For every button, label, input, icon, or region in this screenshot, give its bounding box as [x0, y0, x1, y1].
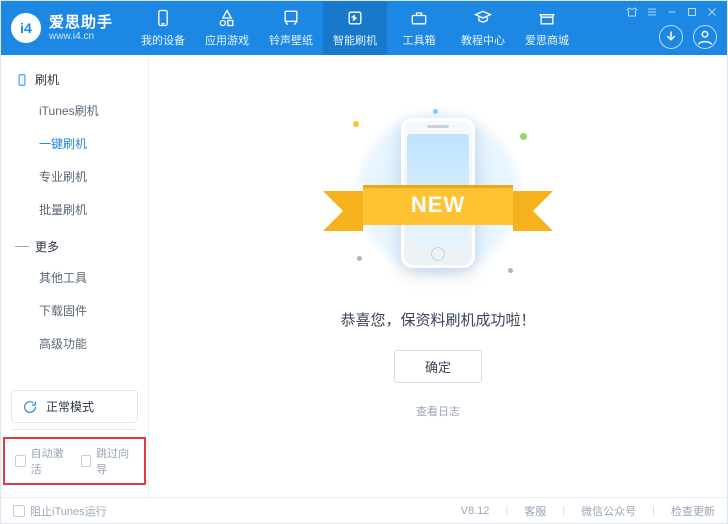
- status-bar: 阻止iTunes运行 V8.12| 客服| 微信公众号| 检查更新: [1, 497, 727, 523]
- success-message: 恭喜您，保资料刷机成功啦！: [340, 309, 535, 330]
- support-link[interactable]: 客服: [524, 503, 546, 519]
- sidebar: 刷机 iTunes刷机 一键刷机 专业刷机 批量刷机 更多 其他工具 下载固件 …: [1, 55, 149, 497]
- checkbox-block-itunes[interactable]: 阻止iTunes运行: [13, 503, 107, 519]
- ok-button[interactable]: 确定: [394, 350, 482, 383]
- checkbox-label: 自动激活: [31, 445, 69, 477]
- top-nav: 我的设备 应用游戏 铃声壁纸 智能刷机 工具箱 教程中心 爱思商城: [131, 1, 579, 55]
- logo-mark-icon: i4: [11, 13, 41, 43]
- nav-label: 教程中心: [461, 32, 505, 48]
- sidebar-section-flash: 刷机: [1, 65, 148, 94]
- success-illustration: NEW: [323, 103, 553, 283]
- toolbox-icon: [409, 8, 429, 28]
- version-label: V8.12: [461, 505, 490, 517]
- sidebar-item-oneclick-flash[interactable]: 一键刷机: [1, 127, 148, 160]
- title-bar: i4 爱思助手 www.i4.cn 我的设备 应用游戏 铃声壁纸 智能刷机 工具…: [1, 1, 727, 55]
- nav-ringtones[interactable]: 铃声壁纸: [259, 1, 323, 55]
- device-mode-label: 正常模式: [46, 398, 94, 415]
- menu-icon[interactable]: [645, 5, 659, 19]
- view-log-link[interactable]: 查看日志: [416, 403, 460, 419]
- sidebar-item-itunes-flash[interactable]: iTunes刷机: [1, 94, 148, 127]
- download-button[interactable]: [659, 25, 683, 49]
- nav-my-devices[interactable]: 我的设备: [131, 1, 195, 55]
- apps-icon: [217, 8, 237, 28]
- maximize-icon[interactable]: [685, 5, 699, 19]
- flash-icon: [345, 8, 365, 28]
- sidebar-item-download-fw[interactable]: 下载固件: [1, 294, 148, 327]
- ribbon-text: NEW: [411, 192, 465, 218]
- sidebar-item-batch-flash[interactable]: 批量刷机: [1, 193, 148, 226]
- checkbox-label: 阻止iTunes运行: [30, 503, 107, 519]
- section-title: 刷机: [35, 71, 59, 88]
- device-mode-box[interactable]: 正常模式: [11, 390, 138, 423]
- new-ribbon: NEW: [363, 185, 513, 225]
- phone-icon: [153, 8, 173, 28]
- main-panel: NEW 恭喜您，保资料刷机成功啦！ 确定 查看日志: [149, 55, 727, 497]
- nav-toolbox[interactable]: 工具箱: [387, 1, 451, 55]
- menu-lines-icon: [15, 240, 29, 254]
- refresh-icon: [22, 399, 38, 415]
- tutorial-icon: [473, 8, 493, 28]
- nav-apps-games[interactable]: 应用游戏: [195, 1, 259, 55]
- wechat-link[interactable]: 微信公众号: [581, 503, 636, 519]
- app-name: 爱思助手: [49, 15, 113, 30]
- sidebar-item-pro-flash[interactable]: 专业刷机: [1, 160, 148, 193]
- checkbox-skip-wizard[interactable]: 跳过向导: [81, 445, 135, 477]
- header-right: [659, 25, 717, 49]
- nav-label: 智能刷机: [333, 32, 377, 48]
- window-controls: [625, 5, 719, 19]
- nav-store[interactable]: 爱思商城: [515, 1, 579, 55]
- close-icon[interactable]: [705, 5, 719, 19]
- nav-label: 铃声壁纸: [269, 32, 313, 48]
- store-icon: [537, 8, 557, 28]
- sidebar-section-more: 更多: [1, 232, 148, 261]
- phone-outline-icon: [15, 73, 29, 87]
- sidebar-item-other-tools[interactable]: 其他工具: [1, 261, 148, 294]
- tshirt-icon[interactable]: [625, 5, 639, 19]
- music-icon: [281, 8, 301, 28]
- app-url: www.i4.cn: [49, 32, 113, 42]
- nav-label: 工具箱: [403, 32, 436, 48]
- nav-label: 我的设备: [141, 32, 185, 48]
- checkbox-label: 跳过向导: [96, 445, 134, 477]
- checkbox-auto-activate[interactable]: 自动激活: [15, 445, 69, 477]
- check-update-link[interactable]: 检查更新: [671, 503, 715, 519]
- nav-label: 爱思商城: [525, 32, 569, 48]
- minimize-icon[interactable]: [665, 5, 679, 19]
- nav-smart-flash[interactable]: 智能刷机: [323, 1, 387, 55]
- sidebar-item-advanced[interactable]: 高级功能: [1, 327, 148, 360]
- account-button[interactable]: [693, 25, 717, 49]
- nav-tutorials[interactable]: 教程中心: [451, 1, 515, 55]
- section-title: 更多: [35, 238, 59, 255]
- nav-label: 应用游戏: [205, 32, 249, 48]
- post-flash-options: 自动激活 跳过向导: [5, 439, 144, 483]
- app-logo: i4 爱思助手 www.i4.cn: [1, 1, 125, 55]
